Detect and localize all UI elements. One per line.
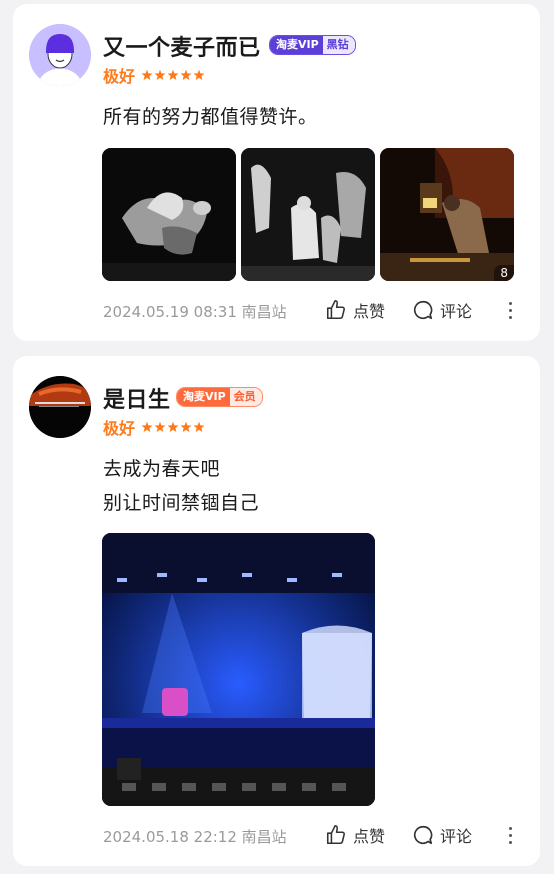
- review-card: 又一个麦子而已 淘麦VIP 黑钻 极好 所有的努力都值得赞许。 8 2024.0…: [13, 4, 540, 341]
- thumbs-up-icon: [326, 300, 345, 320]
- review-meta: 2024.05.19 08:31 南昌站: [103, 303, 287, 321]
- rating-text: 极好: [103, 419, 136, 438]
- rating-stars: [141, 69, 205, 81]
- star-icon: [180, 69, 192, 81]
- like-button[interactable]: 点赞: [325, 298, 385, 322]
- review-meta: 2024.05.18 22:12 南昌站: [103, 828, 287, 846]
- username[interactable]: 是日生: [103, 382, 171, 414]
- comment-button[interactable]: 评论: [412, 298, 472, 322]
- rating-stars: [141, 421, 205, 433]
- username[interactable]: 又一个麦子而已: [103, 30, 261, 62]
- star-icon: [180, 421, 192, 433]
- more-icon[interactable]: [509, 827, 513, 845]
- avatar[interactable]: [29, 376, 91, 438]
- comment-icon: [413, 300, 433, 320]
- comment-label: 评论: [440, 302, 473, 321]
- star-icon: [193, 421, 205, 433]
- review-text-line: 去成为春天吧: [103, 458, 221, 480]
- vip-brand: 淘麦VIP: [177, 388, 230, 406]
- vip-badge: 淘麦VIP 黑钻: [269, 35, 356, 55]
- review-photo[interactable]: [102, 148, 236, 281]
- star-icon: [193, 69, 205, 81]
- vip-level: 会员: [229, 388, 262, 406]
- comment-button[interactable]: 评论: [412, 823, 472, 847]
- star-icon: [154, 69, 166, 81]
- vip-level: 黑钻: [322, 36, 355, 54]
- review-text-line: 别让时间禁锢自己: [103, 492, 260, 514]
- star-icon: [167, 421, 179, 433]
- thumbs-up-icon: [326, 825, 345, 845]
- rating: 极好: [103, 415, 205, 439]
- review-card: 是日生 淘麦VIP 会员 极好 去成为春天吧 别让时间禁锢自己 2024.05.…: [13, 356, 540, 866]
- rating: 极好: [103, 63, 205, 87]
- review-photo[interactable]: 8: [380, 148, 514, 281]
- star-icon: [167, 69, 179, 81]
- rating-text: 极好: [103, 67, 136, 86]
- like-label: 点赞: [353, 302, 386, 321]
- like-button[interactable]: 点赞: [325, 823, 385, 847]
- review-photo[interactable]: [102, 533, 375, 806]
- vip-badge: 淘麦VIP 会员: [176, 387, 263, 407]
- comment-label: 评论: [440, 827, 473, 846]
- comment-icon: [413, 825, 433, 845]
- photo-count: 8: [494, 265, 514, 281]
- like-label: 点赞: [353, 827, 386, 846]
- star-icon: [141, 421, 153, 433]
- vip-brand: 淘麦VIP: [270, 36, 323, 54]
- star-icon: [154, 421, 166, 433]
- more-icon[interactable]: [509, 302, 513, 320]
- star-icon: [141, 69, 153, 81]
- avatar[interactable]: [29, 24, 91, 86]
- review-photo[interactable]: [241, 148, 375, 281]
- review-text: 所有的努力都值得赞许。: [103, 106, 318, 128]
